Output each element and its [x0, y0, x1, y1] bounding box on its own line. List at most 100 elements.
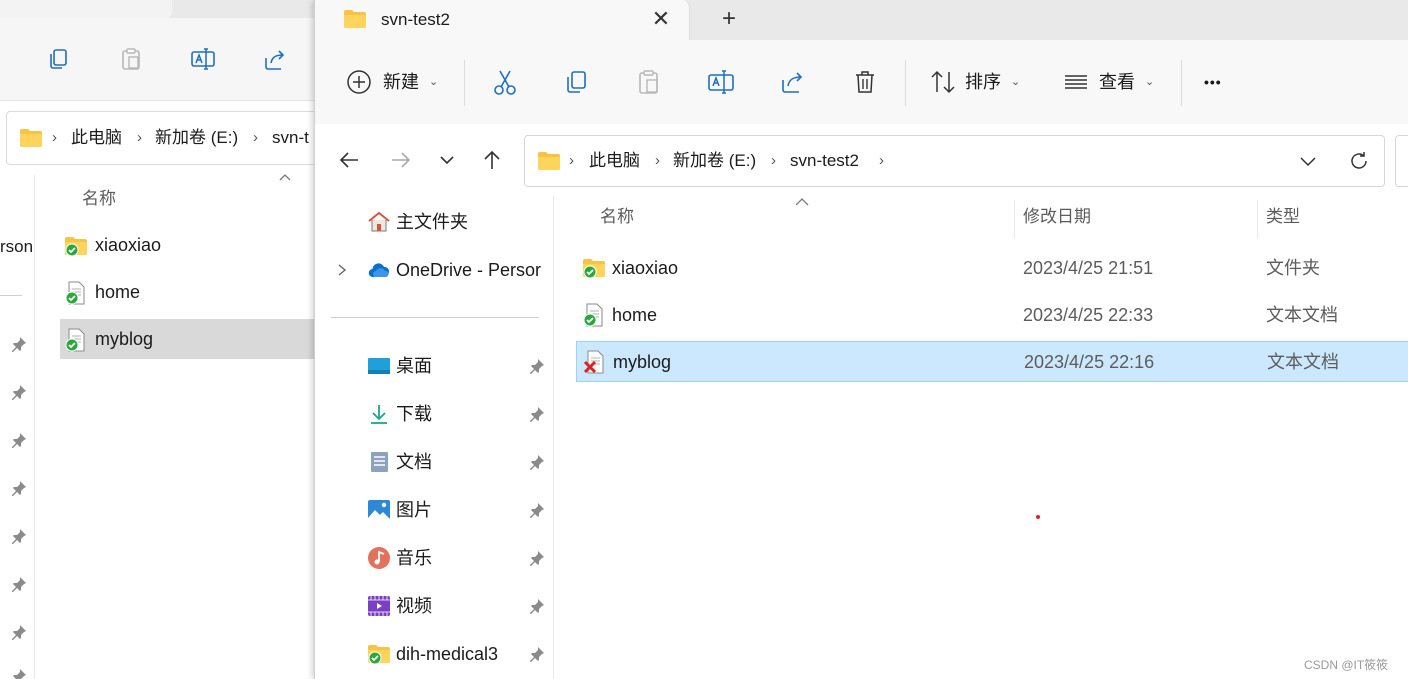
- file-name: xiaoxiao: [612, 258, 679, 278]
- new-plus-icon[interactable]: [345, 68, 373, 96]
- music-icon: [367, 546, 391, 570]
- chevron-right-icon[interactable]: ›: [569, 136, 574, 186]
- copy-icon[interactable]: [563, 68, 591, 96]
- chevron-down-icon[interactable]: ⌄: [429, 68, 438, 96]
- navigation-row: › 此电脑 › 新加卷 (E:) › svn-test2 ›: [315, 124, 1408, 196]
- bg-file-name: myblog: [95, 329, 154, 349]
- bg-address-bar[interactable]: › 此电脑 › 新加卷 (E:) › svn-t: [6, 111, 316, 165]
- share-icon[interactable]: [779, 68, 807, 96]
- nav-item-desktop[interactable]: 桌面: [315, 344, 553, 388]
- chevron-down-icon[interactable]: [1298, 151, 1318, 171]
- view-list-icon[interactable]: [1062, 68, 1090, 96]
- recent-locations-chevron-icon[interactable]: [435, 148, 459, 172]
- new-button[interactable]: 新建: [383, 68, 419, 96]
- forward-arrow-icon[interactable]: [389, 148, 413, 172]
- pin-icon[interactable]: [529, 598, 545, 614]
- pin-icon: [11, 668, 27, 679]
- nav-item-home[interactable]: 主文件夹: [315, 200, 553, 244]
- column-divider[interactable]: [1257, 200, 1258, 238]
- search-box[interactable]: [1395, 135, 1408, 187]
- close-tab-button[interactable]: ✕: [647, 6, 675, 34]
- folder-icon: [343, 9, 367, 29]
- pin-icon[interactable]: [529, 358, 545, 374]
- sort-button[interactable]: 排序: [965, 68, 1001, 96]
- back-arrow-icon[interactable]: [337, 148, 361, 172]
- file-list: 名称 修改日期 类型 xiaoxiao 2023/4/25 21:51 文件夹 …: [554, 196, 1408, 679]
- documents-icon: [367, 450, 391, 474]
- bg-breadcrumb-2[interactable]: svn-t: [272, 112, 309, 164]
- paste-icon[interactable]: [118, 46, 144, 72]
- copy-icon[interactable]: [46, 46, 72, 72]
- pin-icon: [11, 528, 27, 544]
- background-explorer-window: › 此电脑 › 新加卷 (E:) › svn-t rson 名称 xiaoxia…: [0, 0, 316, 679]
- bg-breadcrumb-1[interactable]: 新加卷 (E:): [155, 112, 238, 164]
- pin-icon: [11, 480, 27, 496]
- more-options-button[interactable]: •••: [1204, 68, 1222, 96]
- nav-item-onedrive[interactable]: OneDrive - Persor: [315, 248, 553, 292]
- chevron-right-icon[interactable]: ›: [655, 136, 660, 186]
- table-row-selected[interactable]: myblog 2023/4/25 22:16 文本文档: [576, 341, 1408, 382]
- pin-icon[interactable]: [529, 502, 545, 518]
- file-name: myblog: [613, 352, 672, 372]
- toolbar-divider: [464, 60, 465, 106]
- chevron-right-icon[interactable]: ›: [879, 136, 884, 186]
- tab-svn-test2[interactable]: svn-test2 ✕: [315, 0, 690, 42]
- nav-label: 图片: [396, 500, 432, 520]
- nav-item-documents[interactable]: 文档: [315, 440, 553, 484]
- column-header-type[interactable]: 类型: [1266, 202, 1300, 232]
- chevron-down-icon[interactable]: ⌄: [1145, 68, 1154, 96]
- chevron-right-icon: ›: [253, 129, 258, 146]
- file-type: 文件夹: [1266, 258, 1320, 278]
- table-row[interactable]: home 2023/4/25 22:33 文本文档: [576, 295, 1408, 335]
- new-tab-button[interactable]: +: [715, 6, 743, 34]
- toolbar-divider: [905, 60, 906, 106]
- bg-file-row[interactable]: home: [60, 272, 316, 312]
- pin-icon[interactable]: [529, 550, 545, 566]
- bg-file-row-selected[interactable]: myblog: [60, 319, 316, 359]
- watermark: CSDN @IT筱筱: [1304, 658, 1389, 672]
- rename-icon[interactable]: [190, 46, 216, 72]
- cut-icon[interactable]: [491, 68, 519, 96]
- svn-folder-ok-icon: [367, 642, 391, 666]
- videos-icon: [367, 594, 391, 618]
- breadcrumb-this-pc[interactable]: 此电脑: [589, 136, 640, 186]
- refresh-icon[interactable]: [1347, 149, 1371, 173]
- breadcrumb-svn-test2[interactable]: svn-test2: [790, 136, 859, 186]
- address-bar[interactable]: › 此电脑 › 新加卷 (E:) › svn-test2 ›: [524, 135, 1385, 187]
- rename-icon[interactable]: [707, 68, 735, 96]
- view-button[interactable]: 查看: [1099, 68, 1135, 96]
- paste-icon[interactable]: [635, 68, 663, 96]
- delete-icon[interactable]: [851, 68, 879, 96]
- nav-item-downloads[interactable]: 下载: [315, 392, 553, 436]
- bg-column-header-name[interactable]: 名称: [82, 184, 116, 209]
- bg-file-row[interactable]: xiaoxiao: [60, 225, 316, 265]
- divider: [0, 295, 22, 296]
- bg-nav-onedrive-partial[interactable]: rson: [0, 237, 33, 257]
- onedrive-cloud-icon: [367, 258, 391, 282]
- chevron-down-icon[interactable]: ⌄: [1011, 68, 1020, 96]
- svn-file-conflict-icon: [583, 350, 607, 374]
- pin-icon[interactable]: [529, 406, 545, 422]
- pin-icon[interactable]: [529, 454, 545, 470]
- file-modified: 2023/4/25 21:51: [1023, 258, 1154, 278]
- sort-icon[interactable]: [929, 68, 957, 96]
- nav-item-pictures[interactable]: 图片: [315, 488, 553, 532]
- column-divider[interactable]: [1014, 200, 1015, 238]
- chevron-right-icon[interactable]: [335, 262, 349, 278]
- bg-breadcrumb-0[interactable]: 此电脑: [71, 112, 122, 164]
- folder-icon: [537, 151, 561, 171]
- pin-icon[interactable]: [529, 646, 545, 662]
- column-header-name[interactable]: 名称: [600, 202, 634, 232]
- bg-tab[interactable]: [0, 0, 172, 18]
- nav-item-videos[interactable]: 视频: [315, 584, 553, 628]
- column-header-modified[interactable]: 修改日期: [1023, 202, 1091, 232]
- breadcrumb-drive-e[interactable]: 新加卷 (E:): [673, 136, 756, 186]
- chevron-right-icon[interactable]: ›: [771, 136, 776, 186]
- nav-label: dih-medical3: [396, 644, 499, 664]
- table-row[interactable]: xiaoxiao 2023/4/25 21:51 文件夹: [576, 248, 1408, 288]
- nav-item-dih-medical3[interactable]: dih-medical3: [315, 632, 553, 676]
- nav-item-music[interactable]: 音乐: [315, 536, 553, 580]
- up-arrow-icon[interactable]: [480, 148, 504, 172]
- share-icon[interactable]: [262, 46, 288, 72]
- nav-label: 视频: [396, 596, 432, 616]
